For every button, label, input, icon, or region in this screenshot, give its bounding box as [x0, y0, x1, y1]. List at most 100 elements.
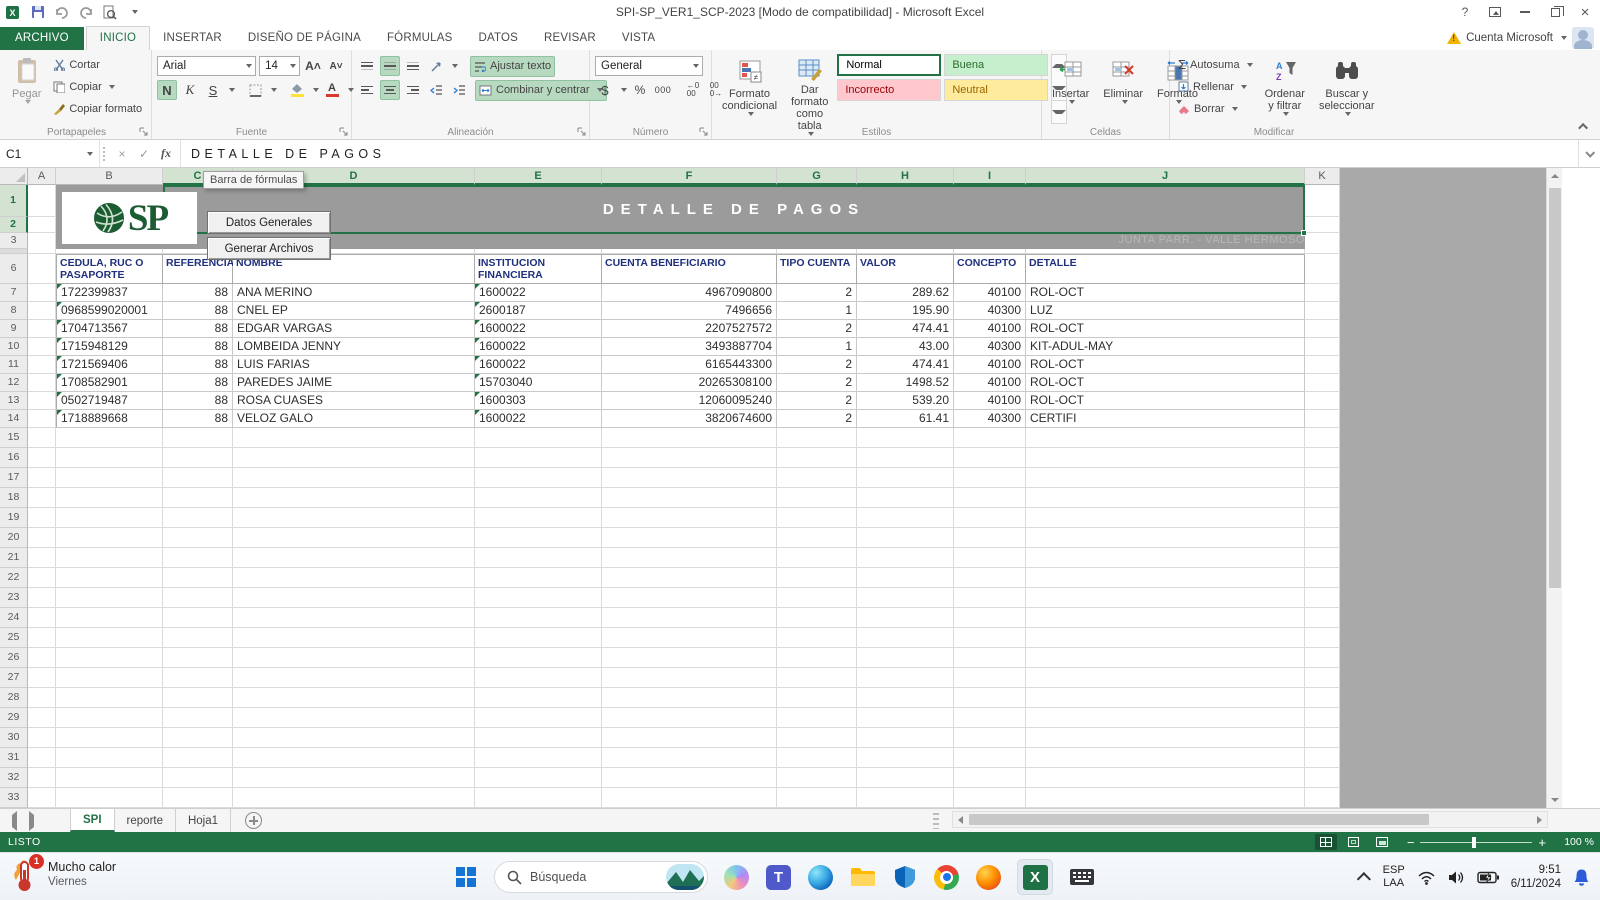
row-header-33[interactable]: 33	[0, 788, 28, 808]
cell-H7[interactable]: 289.62	[857, 284, 954, 302]
cell-F8[interactable]: 7496656	[602, 302, 777, 320]
cell-D13[interactable]: ROSA CUASES	[233, 392, 475, 410]
scroll-right-icon[interactable]	[1532, 812, 1547, 827]
scroll-up-icon[interactable]	[1547, 168, 1563, 184]
grow-font-icon[interactable]: A˄	[303, 56, 323, 76]
excel-taskbar-icon[interactable]: X	[1017, 859, 1053, 895]
cells-grid[interactable]: SP Datos Generales Generar Archivos DETA…	[28, 185, 1340, 808]
number-format-select[interactable]: General	[595, 56, 703, 76]
wrap-text-button[interactable]: Ajustar texto	[470, 56, 555, 77]
zoom-level[interactable]: 100 %	[1556, 836, 1594, 848]
cell-B9[interactable]: 1704713567	[56, 320, 163, 338]
cell-F11[interactable]: 6165443300	[602, 356, 777, 374]
cell-F7[interactable]: 4967090800	[602, 284, 777, 302]
cell-D12[interactable]: PAREDES JAIME	[233, 374, 475, 392]
cell-H14[interactable]: 61.41	[857, 410, 954, 428]
style-buena[interactable]: Buena	[944, 54, 1048, 76]
row-header-15[interactable]: 15	[0, 428, 28, 448]
vertical-scrollbar[interactable]	[1546, 168, 1562, 808]
cell-E14[interactable]: 1600022	[475, 410, 602, 428]
paste-button[interactable]: Pegar	[7, 54, 46, 124]
row-header-13[interactable]: 13	[0, 392, 28, 410]
format-as-table-button[interactable]: Dar formato como tabla	[786, 54, 833, 124]
row-header-3[interactable]: 3	[0, 233, 28, 249]
italic-button[interactable]: K	[180, 80, 200, 100]
select-all-corner[interactable]	[0, 168, 28, 185]
format-painter-button[interactable]: Copiar formato	[50, 98, 145, 119]
selected-cell-range[interactable]: DETALLE DE PAGOS	[163, 185, 1305, 234]
column-header-A[interactable]: A	[28, 168, 56, 185]
column-header-E[interactable]: E	[475, 168, 602, 185]
cell-H8[interactable]: 195.90	[857, 302, 954, 320]
row-header-20[interactable]: 20	[0, 528, 28, 548]
row-header-10[interactable]: 10	[0, 338, 28, 356]
comma-format-icon[interactable]: 000	[653, 80, 673, 100]
cell-G12[interactable]: 2	[777, 374, 857, 392]
cell-C9[interactable]: 88	[163, 320, 233, 338]
row-header-26[interactable]: 26	[0, 648, 28, 668]
column-header-F[interactable]: F	[602, 168, 777, 185]
cell-C14[interactable]: 88	[163, 410, 233, 428]
help-icon[interactable]: ?	[1450, 1, 1480, 23]
zoom-out-icon[interactable]: −	[1407, 836, 1415, 849]
cell-E9[interactable]: 1600022	[475, 320, 602, 338]
cell-J7[interactable]: ROL-OCT	[1026, 284, 1305, 302]
normal-view-icon[interactable]	[1315, 834, 1337, 850]
row-header-19[interactable]: 19	[0, 508, 28, 528]
edge-icon[interactable]	[807, 864, 834, 891]
cell-J10[interactable]: KIT-ADUL-MAY	[1026, 338, 1305, 356]
tab-archivo[interactable]: ARCHIVO	[0, 27, 84, 50]
cell-G10[interactable]: 1	[777, 338, 857, 356]
cell-C8[interactable]: 88	[163, 302, 233, 320]
scroll-left-icon[interactable]	[953, 812, 968, 827]
column-header-I[interactable]: I	[954, 168, 1026, 185]
copy-button[interactable]: Copiar	[50, 76, 145, 97]
decrease-indent-icon[interactable]	[426, 80, 446, 100]
formula-input[interactable]: DETALLE DE PAGOS	[181, 140, 1578, 167]
cell-J13[interactable]: ROL-OCT	[1026, 392, 1305, 410]
merge-center-button[interactable]: Combinar y centrar	[475, 80, 607, 101]
collapse-ribbon-icon[interactable]	[1576, 119, 1592, 133]
dialog-launcher-icon[interactable]	[139, 127, 149, 137]
row-header-23[interactable]: 23	[0, 588, 28, 608]
sheet-tab-hoja1[interactable]: Hoja1	[176, 809, 231, 832]
row-header-21[interactable]: 21	[0, 548, 28, 568]
row-header-25[interactable]: 25	[0, 628, 28, 648]
cell-D7[interactable]: ANA MERINO	[233, 284, 475, 302]
align-bottom-icon[interactable]	[403, 56, 423, 76]
fill-color-icon[interactable]	[287, 80, 307, 100]
row-header-24[interactable]: 24	[0, 608, 28, 628]
row-header-2[interactable]: 2	[0, 217, 28, 233]
cell-B14[interactable]: 1718889668	[56, 410, 163, 428]
row-header-29[interactable]: 29	[0, 708, 28, 728]
row-header-22[interactable]: 22	[0, 568, 28, 588]
percent-format-icon[interactable]: %	[630, 80, 650, 100]
formula-bar-expand-icon[interactable]	[1578, 140, 1600, 167]
horizontal-scroll-thumb[interactable]	[969, 814, 1429, 825]
cell-F10[interactable]: 3493887704	[602, 338, 777, 356]
tab-formulas[interactable]: FÓRMULAS	[374, 27, 466, 50]
cell-H9[interactable]: 474.41	[857, 320, 954, 338]
row-header-8[interactable]: 8	[0, 302, 28, 320]
cell-G9[interactable]: 2	[777, 320, 857, 338]
cell-I9[interactable]: 40100	[954, 320, 1026, 338]
column-header-J[interactable]: J	[1026, 168, 1305, 185]
minimize-icon[interactable]	[1510, 1, 1540, 23]
ribbon-display-icon[interactable]	[1480, 1, 1510, 23]
cell-F12[interactable]: 20265308100	[602, 374, 777, 392]
close-icon[interactable]: ×	[1570, 1, 1600, 23]
cancel-icon[interactable]: ×	[112, 147, 132, 161]
print-preview-icon[interactable]	[102, 5, 117, 20]
avatar[interactable]	[1572, 27, 1594, 49]
row-header-6[interactable]: 6	[0, 254, 28, 284]
redo-icon[interactable]	[78, 5, 93, 20]
cell-H10[interactable]: 43.00	[857, 338, 954, 356]
underline-button[interactable]: S	[203, 80, 223, 100]
cell-F14[interactable]: 3820674600	[602, 410, 777, 428]
cell-B13[interactable]: 0502719487	[56, 392, 163, 410]
cell-J9[interactable]: ROL-OCT	[1026, 320, 1305, 338]
touch-keyboard-icon[interactable]	[1068, 864, 1095, 891]
tab-revisar[interactable]: REVISAR	[531, 27, 609, 50]
cut-button[interactable]: Cortar	[50, 54, 145, 75]
file-explorer-icon[interactable]	[849, 864, 876, 891]
